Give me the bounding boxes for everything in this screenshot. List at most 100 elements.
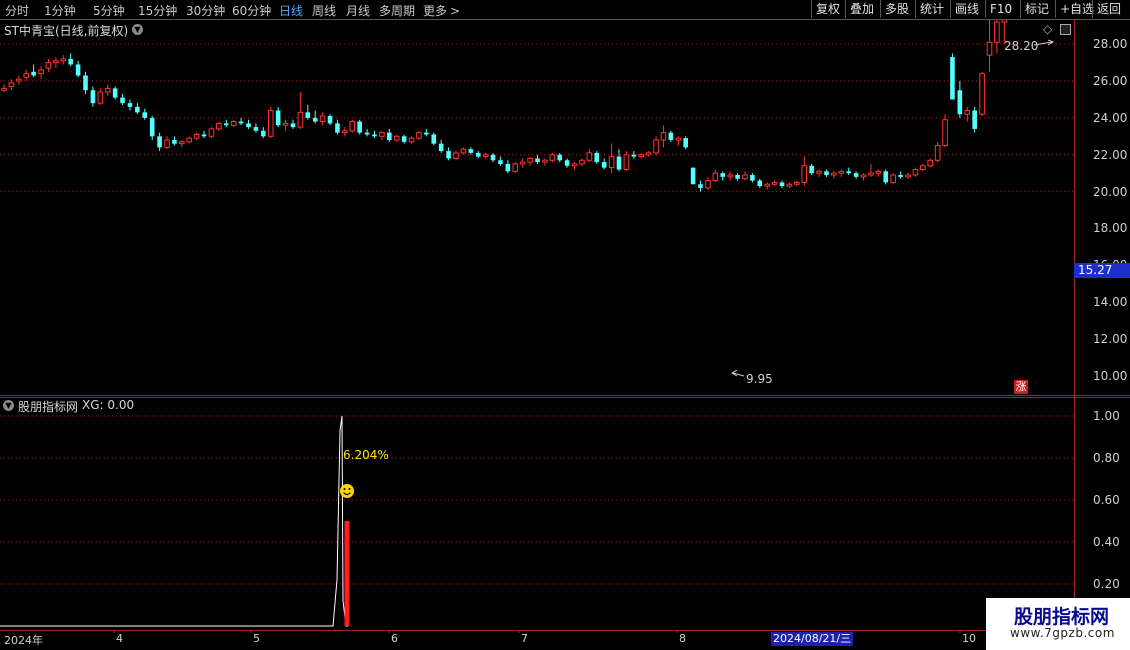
- y-tick-label: 12.00: [1093, 332, 1128, 346]
- candle-body: [424, 132, 429, 135]
- candle-body: [83, 75, 88, 91]
- candle-body: [142, 112, 148, 118]
- candle-body: [53, 60, 59, 64]
- period-tab-60min[interactable]: 60分钟: [232, 2, 271, 19]
- period-tab-monthly[interactable]: 月线: [346, 2, 370, 19]
- period-tab-15min[interactable]: 15分钟: [138, 2, 177, 19]
- candlestick-chart: 28.20 9.95: [0, 20, 1074, 386]
- candle-body: [305, 112, 311, 118]
- candle-body: [8, 82, 15, 88]
- candle-body: [312, 117, 318, 122]
- candle-body: [831, 172, 837, 176]
- candle-body: [675, 137, 682, 141]
- candle-body: [690, 167, 696, 185]
- candle-body: [653, 139, 659, 154]
- candle-body: [498, 160, 503, 164]
- candle-body: [505, 163, 511, 172]
- candle-body: [482, 154, 489, 158]
- back-button[interactable]: 返回: [1092, 0, 1125, 18]
- candle-body: [846, 171, 852, 174]
- candle-body: [372, 134, 377, 137]
- candle-body: [698, 184, 703, 188]
- multi-stock-button[interactable]: 多股: [880, 0, 913, 18]
- candle-body: [631, 154, 637, 157]
- candle-body: [519, 161, 526, 165]
- candle-body: [335, 123, 340, 133]
- candle-body: [23, 73, 30, 78]
- candle-body: [890, 174, 896, 183]
- candle-body: [608, 156, 615, 169]
- y-tick-label: 26.00: [1093, 74, 1128, 88]
- indicator-chart: 6.204%: [0, 415, 1074, 627]
- candle-body: [172, 139, 177, 144]
- candle-body: [557, 154, 563, 161]
- candle-body: [120, 97, 125, 104]
- candle-body: [267, 110, 274, 137]
- candle-body: [216, 122, 222, 130]
- statistics-button[interactable]: 统计: [915, 0, 948, 18]
- candle-body: [750, 175, 755, 181]
- candle-body: [60, 58, 67, 62]
- candle-body: [579, 159, 585, 165]
- candle-body: [319, 115, 326, 123]
- candle-body: [431, 134, 437, 144]
- ind-y-tick-label: 0.60: [1093, 493, 1120, 507]
- candle-body: [549, 154, 556, 161]
- candle-body: [446, 151, 451, 159]
- candle-body: [297, 111, 304, 128]
- period-tab-multi[interactable]: 多周期: [379, 2, 415, 19]
- candle-body: [97, 91, 104, 104]
- candle-body: [875, 170, 882, 174]
- candle-body: [868, 172, 874, 176]
- candle-body: [238, 121, 244, 124]
- high-price-label: 28.20: [1004, 39, 1038, 53]
- candle-body: [786, 183, 793, 187]
- candle-body: [905, 174, 911, 178]
- y-tick-label: 28.00: [1093, 37, 1128, 51]
- overlay-button[interactable]: 叠加: [845, 0, 878, 18]
- candle-body: [164, 139, 170, 148]
- candle-body: [542, 159, 548, 163]
- candle-body: [31, 71, 36, 76]
- ind-y-tick-label: 0.40: [1093, 535, 1120, 549]
- period-tab-5min[interactable]: 5分钟: [93, 2, 125, 19]
- signal-bar: [344, 521, 350, 626]
- candle-body: [490, 154, 496, 161]
- candle-body: [282, 122, 289, 126]
- candle-body: [853, 173, 859, 177]
- period-tab-more[interactable]: 更多 >: [423, 2, 460, 19]
- mark-button[interactable]: 标记: [1020, 0, 1053, 18]
- period-tab-weekly[interactable]: 周线: [312, 2, 336, 19]
- candle-body: [475, 152, 481, 157]
- candle-body: [994, 21, 1000, 43]
- candle-body: [683, 138, 688, 148]
- restore-rights-button[interactable]: 复权: [811, 0, 844, 18]
- f10-button[interactable]: F10: [985, 0, 1016, 18]
- period-tab-daily[interactable]: 日线: [279, 2, 303, 19]
- candle-body: [623, 154, 630, 170]
- candle-body: [934, 145, 941, 161]
- candle-body: [453, 152, 459, 159]
- candle-body: [942, 119, 948, 147]
- price-axis-border: [1074, 20, 1075, 630]
- candle-body: [135, 106, 140, 113]
- period-tab-30min[interactable]: 30分钟: [186, 2, 225, 19]
- draw-line-button[interactable]: 画线: [950, 0, 983, 18]
- candle-body: [586, 152, 593, 161]
- period-tab-intraday[interactable]: 分时: [5, 2, 29, 19]
- candle-body: [112, 88, 118, 98]
- candle-body: [964, 110, 971, 115]
- candle-body: [468, 149, 474, 153]
- candle-body: [261, 130, 266, 137]
- candle-body: [712, 172, 719, 182]
- candle-body: [594, 152, 600, 163]
- period-tab-1min[interactable]: 1分钟: [44, 2, 76, 19]
- candle-body: [705, 180, 711, 189]
- candle-body: [809, 165, 814, 174]
- candle-body: [986, 41, 993, 56]
- indicator-gridlines: [0, 415, 1074, 585]
- ind-y-tick-label: 0.20: [1093, 577, 1120, 591]
- chevron-right-icon: >: [450, 4, 461, 18]
- candle-body: [794, 181, 800, 185]
- candle-body: [275, 110, 281, 126]
